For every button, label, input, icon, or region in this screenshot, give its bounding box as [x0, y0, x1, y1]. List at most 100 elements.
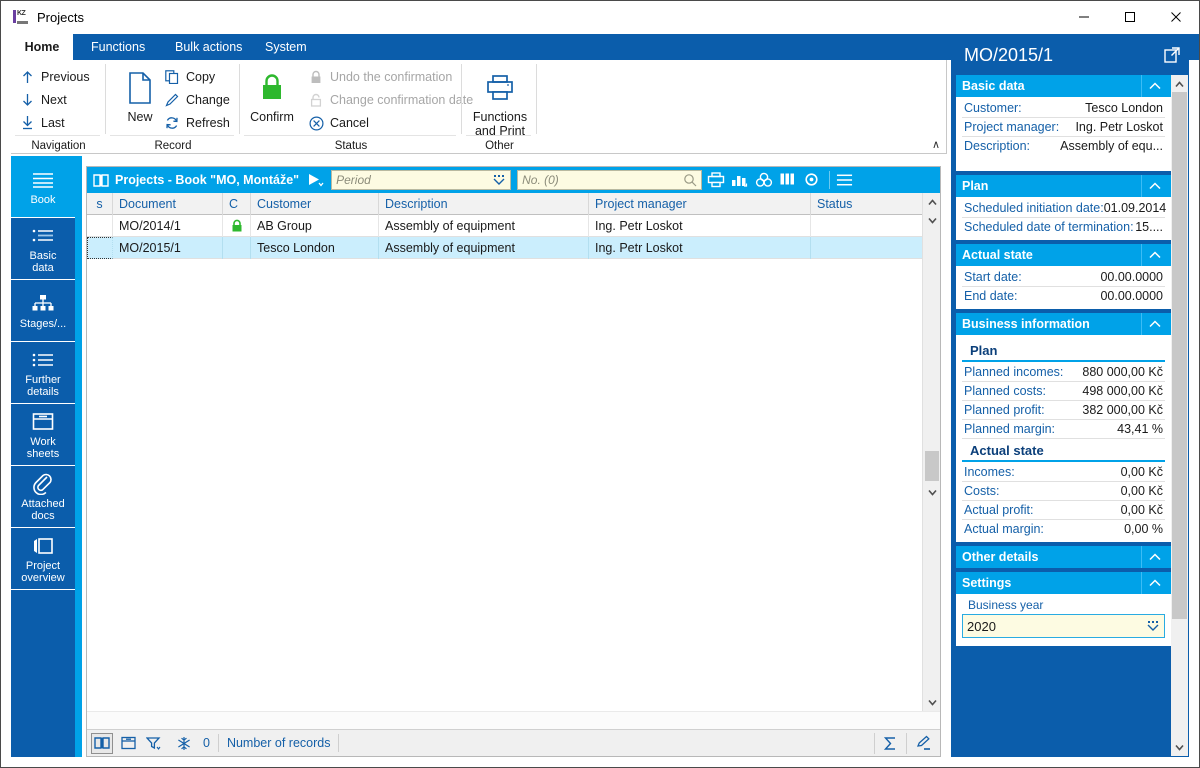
number-filter-input[interactable]: No. (0): [517, 170, 703, 190]
subsection-title-actual-state: Actual state: [962, 439, 1165, 462]
next-button[interactable]: Next: [19, 92, 67, 108]
section-header-plan[interactable]: Plan: [956, 175, 1171, 197]
sidebar-item-work-sheets[interactable]: Work sheets: [11, 404, 75, 466]
sidebar-item-basic-data[interactable]: Basic data: [11, 218, 75, 280]
col-header-c[interactable]: C: [223, 192, 251, 215]
scroll-page-down-icon[interactable]: [923, 483, 941, 501]
field-planned-incomes-label: Planned incomes:: [964, 365, 1064, 379]
sidebar-item-further-details[interactable]: Further details: [11, 342, 75, 404]
arrow-down-bar-icon: [19, 115, 35, 131]
col-header-document[interactable]: Document: [113, 192, 223, 215]
cell-customer: Tesco London: [251, 237, 379, 259]
scroll-up-icon[interactable]: [923, 193, 941, 211]
printer-icon[interactable]: [707, 171, 725, 189]
tab-bulk-actions[interactable]: Bulk actions: [161, 34, 256, 60]
field-planned-profit-value: 382 000,00 Kč: [1082, 403, 1163, 417]
tab-home[interactable]: Home: [11, 34, 73, 60]
snowflake-icon[interactable]: [173, 733, 195, 754]
chevron-up-icon[interactable]: [1141, 572, 1167, 594]
row-select-marker[interactable]: [87, 237, 113, 259]
chevron-up-icon[interactable]: [1141, 175, 1167, 197]
undo-confirmation-button[interactable]: Undo the confirmation: [308, 69, 452, 85]
book-view-icon[interactable]: [91, 732, 113, 754]
scroll-down-icon[interactable]: [1171, 738, 1188, 756]
previous-button[interactable]: Previous: [19, 69, 90, 85]
details-panel-scrollbar[interactable]: [1171, 75, 1188, 756]
copy-button[interactable]: Copy: [164, 69, 215, 85]
cell-project-manager: Ing. Petr Loskot: [589, 215, 811, 237]
scroll-up-icon[interactable]: [1171, 75, 1188, 93]
bullet-list-icon: [31, 224, 55, 248]
field-actual-margin: Actual margin: 0,00 %: [962, 520, 1165, 538]
col-header-status[interactable]: Status: [811, 193, 924, 215]
search-icon[interactable]: [683, 173, 697, 187]
period-filter-input[interactable]: Period: [331, 170, 512, 190]
chevron-up-icon[interactable]: [1141, 313, 1167, 335]
functions-and-print-button[interactable]: Functions and Print: [468, 66, 532, 138]
change-confirmation-date-button[interactable]: Change confirmation date: [308, 92, 473, 108]
section-header-basic-data[interactable]: Basic data: [956, 75, 1171, 97]
maximize-icon[interactable]: [1107, 1, 1153, 33]
table-row[interactable]: MO/2015/1 Tesco London Assembly of equip…: [87, 237, 922, 259]
sidebar-item-attached-docs[interactable]: Attached docs: [11, 466, 75, 528]
cancel-button[interactable]: Cancel: [308, 115, 369, 131]
chevron-up-icon[interactable]: [1141, 546, 1167, 568]
section-header-actual-state[interactable]: Actual state: [956, 244, 1171, 266]
bar-chart-icon[interactable]: [731, 171, 749, 189]
col-header-s[interactable]: s: [87, 192, 113, 215]
cell-description: Assembly of equipment: [379, 237, 589, 259]
business-year-label: Business year: [968, 598, 1044, 612]
details-scroll-thumb[interactable]: [1172, 92, 1187, 619]
col-header-customer[interactable]: Customer: [251, 192, 379, 215]
new-button[interactable]: New: [110, 66, 170, 124]
archive-box-icon[interactable]: [117, 733, 139, 754]
section-body-actual-state: Start date: 00.00.0000 End date: 00.00.0…: [956, 266, 1171, 309]
filter-icon[interactable]: [143, 733, 165, 754]
refresh-button[interactable]: Refresh: [164, 115, 230, 131]
columns-icon[interactable]: [779, 171, 797, 189]
last-button[interactable]: Last: [19, 115, 65, 131]
section-header-other-details[interactable]: Other details: [956, 546, 1171, 568]
scroll-page-up-icon[interactable]: [923, 211, 941, 229]
hamburger-menu-icon[interactable]: [829, 171, 853, 189]
close-icon[interactable]: [1153, 1, 1199, 33]
sigma-icon[interactable]: [874, 732, 902, 754]
grid-vertical-scrollbar[interactable]: [922, 193, 940, 711]
minimize-icon[interactable]: [1061, 1, 1107, 33]
field-actual-margin-label: Actual margin:: [964, 522, 1044, 536]
tab-functions[interactable]: Functions: [77, 34, 159, 60]
change-button[interactable]: Change: [164, 92, 230, 108]
field-scheduled-termination-date: Scheduled date of termination: 15....: [962, 218, 1165, 236]
chevron-up-icon[interactable]: [1141, 75, 1167, 97]
scroll-down-icon[interactable]: [923, 693, 941, 711]
sidebar-item-project-overview[interactable]: Project overview: [11, 528, 75, 590]
gear-icon[interactable]: [803, 171, 821, 189]
col-header-description[interactable]: Description: [379, 192, 589, 215]
subsection-title-plan: Plan: [962, 339, 1165, 362]
section-header-business-information[interactable]: Business information: [956, 313, 1171, 335]
section-header-settings[interactable]: Settings: [956, 572, 1171, 594]
confirm-button[interactable]: Confirm: [242, 66, 302, 124]
chevron-up-icon[interactable]: [1141, 244, 1167, 266]
sidebar-item-work-sheets-label-1: Work: [30, 435, 56, 448]
col-header-project-manager[interactable]: Project manager: [589, 192, 811, 215]
venn-icon[interactable]: [755, 171, 773, 189]
sidebar-item-basic-data-label-2: data: [32, 261, 54, 274]
cell-description: Assembly of equipment: [379, 215, 589, 237]
ribbon-collapse-button[interactable]: ∧: [932, 138, 940, 151]
play-dropdown-icon[interactable]: [307, 173, 325, 187]
hierarchy-icon: [31, 292, 55, 316]
business-year-dropdown-icon[interactable]: [1146, 620, 1160, 633]
table-row[interactable]: MO/2014/1 AB Group Assembly of equipment…: [87, 215, 922, 237]
tab-system[interactable]: System: [251, 34, 321, 60]
row-select-marker[interactable]: [87, 215, 113, 237]
grid-scroll-thumb[interactable]: [925, 451, 939, 481]
ribbon-group-record: New Copy Change Refresh Record: [106, 60, 240, 154]
sidebar-item-book[interactable]: Book: [11, 156, 75, 218]
period-dropdown-icon[interactable]: [492, 174, 506, 187]
popout-icon[interactable]: [1164, 47, 1180, 63]
grid-horizontal-scrollbar[interactable]: [87, 711, 940, 729]
sidebar-item-stages[interactable]: Stages/...: [11, 280, 75, 342]
business-year-input[interactable]: 2020: [962, 614, 1165, 638]
pencil-underline-icon[interactable]: [906, 732, 936, 754]
